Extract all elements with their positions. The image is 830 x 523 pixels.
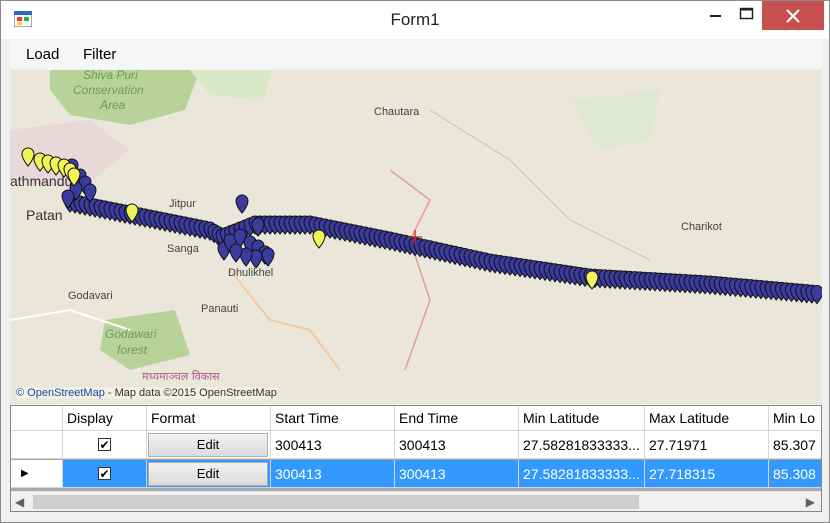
map-label: Sanga [167, 243, 200, 255]
format-cell: Edit [147, 460, 271, 488]
scroll-left-icon[interactable]: ◀ [15, 495, 24, 509]
minimize-button[interactable] [699, 1, 732, 30]
map-canvas[interactable]: Shiva Puri Conservation Area Chautara at… [10, 70, 822, 404]
col-header-min-longitude[interactable]: Min Lo [769, 406, 821, 431]
start-time-cell[interactable]: 300413 [271, 431, 395, 459]
display-cell: ✔ [63, 460, 147, 488]
end-time-cell[interactable]: 300413 [395, 460, 519, 488]
edit-button[interactable]: Edit [148, 461, 268, 486]
title-bar: Form1 [1, 1, 829, 39]
map-label: Godawari [105, 327, 157, 341]
map-label: Jitpur [169, 198, 196, 210]
col-header-max-latitude[interactable]: Max Latitude [645, 406, 769, 431]
map-label: Panauti [201, 303, 238, 315]
col-header-format[interactable]: Format [147, 406, 271, 431]
row-header[interactable]: ▶ [11, 460, 63, 488]
min-latitude-cell[interactable]: 27.58281833333... [519, 460, 645, 488]
menu-load[interactable]: Load [26, 46, 59, 63]
max-latitude-cell[interactable]: 27.71971 [645, 431, 769, 459]
display-checkbox[interactable]: ✔ [98, 438, 111, 451]
scroll-right-icon[interactable]: ▶ [806, 495, 815, 509]
map-label: Shiva Puri [83, 70, 138, 82]
edit-button[interactable]: Edit [148, 432, 268, 457]
map-label: Godavari [68, 290, 113, 302]
map-label: Conservation [73, 83, 144, 97]
display-checkbox[interactable]: ✔ [98, 467, 111, 480]
col-header-min-latitude[interactable]: Min Latitude [519, 406, 645, 431]
map-attribution: © OpenStreetMap - Map data ©2015 OpenStr… [16, 387, 277, 399]
scrollbar-thumb[interactable] [33, 495, 639, 509]
start-time-cell[interactable]: 300413 [271, 460, 395, 488]
map-label: forest [117, 343, 148, 357]
header-corner [11, 406, 63, 431]
grid-body: Display Format Start Time End Time Min L… [11, 406, 821, 491]
map-label: Charikot [681, 221, 722, 233]
menu-bar: Load Filter [10, 40, 822, 69]
col-header-start-time[interactable]: Start Time [271, 406, 395, 431]
min-latitude-cell[interactable]: 27.58281833333... [519, 431, 645, 459]
map-label: Patan [26, 207, 63, 223]
map-label: Chautara [374, 106, 420, 118]
maximize-button[interactable] [730, 1, 763, 30]
main-window: Form1 Load Filter Shiva Puri Conservatio… [0, 0, 830, 523]
max-latitude-cell[interactable]: 27.718315 [645, 460, 769, 488]
map-label: मध्यमाञ्चल विकास [142, 370, 220, 383]
menu-filter[interactable]: Filter [83, 46, 116, 63]
attribution-osm: © OpenStreetMap [16, 387, 105, 399]
current-row-icon: ▶ [21, 468, 29, 479]
col-header-end-time[interactable]: End Time [395, 406, 519, 431]
row-header[interactable] [11, 431, 63, 459]
data-grid[interactable]: Display Format Start Time End Time Min L… [10, 405, 822, 512]
map-label: Area [99, 98, 126, 112]
horizontal-scrollbar[interactable]: ◀ ▶ [11, 491, 821, 511]
min-longitude-cell[interactable]: 85.307 [769, 431, 821, 459]
end-time-cell[interactable]: 300413 [395, 431, 519, 459]
attribution-text: - Map data ©2015 OpenStreetMap [104, 387, 277, 399]
col-header-display[interactable]: Display [63, 406, 147, 431]
display-cell: ✔ [63, 431, 147, 459]
min-longitude-cell[interactable]: 85.308 [769, 460, 821, 488]
close-button[interactable] [762, 1, 824, 30]
map-view[interactable]: Shiva Puri Conservation Area Chautara at… [10, 70, 822, 404]
format-cell: Edit [147, 431, 271, 459]
map-label: Dhulikhel [228, 267, 273, 279]
